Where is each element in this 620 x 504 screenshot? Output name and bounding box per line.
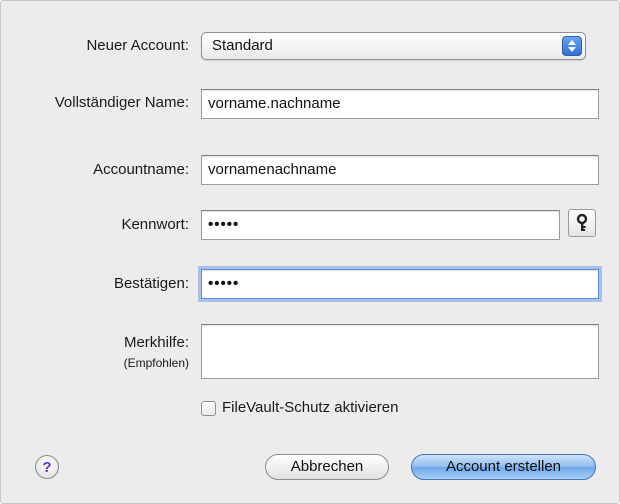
hint-sublabel: (Empfohlen) [123,356,189,370]
account-type-label: Neuer Account: [86,37,189,54]
cancel-button[interactable]: Abbrechen [265,454,389,480]
hint-textarea[interactable] [201,324,599,379]
password-field[interactable]: ••••• [201,210,560,240]
password-assistant-button[interactable] [568,209,596,237]
account-type-select[interactable]: Standard [201,32,586,60]
fullname-field[interactable]: vorname.nachname [201,89,599,119]
confirm-password-field[interactable]: ••••• [201,269,599,299]
key-icon [576,214,588,231]
account-type-value: Standard [212,37,273,54]
help-button[interactable]: ? [35,455,59,479]
fullname-label: Vollständiger Name: [54,94,189,111]
confirm-label: Bestätigen: [113,275,189,292]
hint-label: Merkhilfe: [123,334,189,351]
new-account-sheet: Neuer Account: Standard Vollständiger Na… [0,0,620,504]
accountname-field[interactable]: vornamenachname [201,155,599,185]
updown-arrows-icon [562,36,582,56]
filevault-label[interactable]: FileVault-Schutz aktivieren [222,399,398,416]
filevault-checkbox[interactable] [201,401,216,416]
accountname-label: Accountname: [93,161,189,178]
create-account-button[interactable]: Account erstellen [411,454,596,480]
question-mark-icon: ? [42,458,52,476]
password-label: Kennwort: [121,216,189,233]
